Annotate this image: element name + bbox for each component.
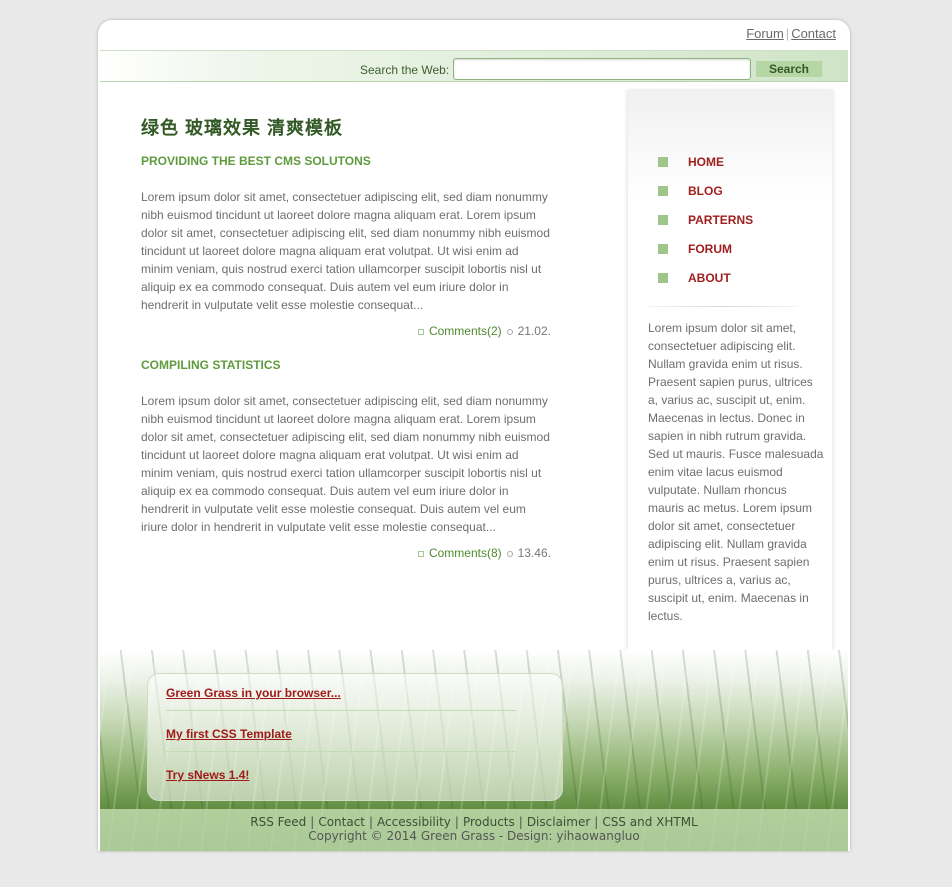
separator: | [785,26,790,41]
footer-link-products[interactable]: Products [463,815,515,829]
post-date: 13.46. [517,546,551,560]
square-bullet-icon [658,157,668,167]
sidebar: HOME BLOG PARTERNS FORUM ABOUT Lorem ips… [628,90,832,650]
separator: | [594,815,599,829]
post-date: 21.02. [517,324,551,338]
grass-footer-area: Green Grass in your browser... My first … [100,650,848,851]
nav-item-label: FORUM [688,242,732,256]
footer: RSS Feed | Contact | Accessibility | Products |… [100,809,848,851]
footer-link-contact[interactable]: Contact [318,815,365,829]
box-link-snews[interactable]: Try sNews 1.4! [166,768,249,782]
nav-item-home[interactable]: HOME [658,155,753,184]
post-body: Lorem ipsum dolor sit amet, consectetuer… [141,190,550,312]
footer-link-disclaimer[interactable]: Disclaimer [527,815,590,829]
separator: | [369,815,374,829]
copyright: Copyright © 2014 Green Grass - Design: y… [308,829,640,843]
post-meta: Comments(8) 13.46. [141,546,551,560]
post-body: Lorem ipsum dolor sit amet, consectetuer… [141,394,550,534]
post-title: PROVIDING THE BEST CMS SOLUTONS [141,154,371,168]
comments-link[interactable]: Comments(2) [429,324,502,338]
nav-item-about[interactable]: ABOUT [658,271,753,300]
post-title: COMPILING STATISTICS [141,358,281,372]
search-bar: Search the Web: Search [100,50,848,82]
nav-item-blog[interactable]: BLOG [658,184,753,213]
nav-item-label: BLOG [688,184,723,198]
contact-link[interactable]: Contact [791,26,836,41]
separator: | [310,815,315,829]
post: PROVIDING THE BEST CMS SOLUTONS Lorem ip… [141,154,551,338]
footer-link-rss[interactable]: RSS Feed [250,815,306,829]
square-bullet-icon [658,244,668,254]
top-links: Forum | Contact [746,26,836,41]
sidebar-text: Lorem ipsum dolor sit amet, consectetuer… [648,321,824,623]
clock-icon [506,328,513,335]
footer-link-css-xhtml[interactable]: CSS and XHTML [602,815,697,829]
post-meta: Comments(2) 21.02. [141,324,551,338]
page-container: Forum | Contact Search the Web: Search 绿色 … [98,20,850,851]
separator: | [518,815,523,829]
square-bullet-icon [658,273,668,283]
post: COMPILING STATISTICS Lorem ipsum dolor s… [141,358,551,560]
page-title: 绿色 玻璃效果 清爽模板 [141,118,344,138]
square-bullet-icon [658,186,668,196]
box-link-green-grass[interactable]: Green Grass in your browser... [166,686,341,700]
sidebar-nav: HOME BLOG PARTERNS FORUM ABOUT [658,155,753,300]
sidebar-divider [648,306,798,307]
square-bullet-icon [658,215,668,225]
nav-item-label: HOME [688,155,724,169]
main-content: 绿色 玻璃效果 清爽模板 PROVIDING THE BEST CMS SOLU… [141,114,551,560]
box-link-css-template[interactable]: My first CSS Template [166,727,292,741]
comment-icon [417,328,424,335]
nav-item-forum[interactable]: FORUM [658,242,753,271]
search-input[interactable] [453,58,751,80]
nav-item-label: ABOUT [688,271,731,285]
forum-link[interactable]: Forum [746,26,784,41]
search-label: Search the Web: [360,63,450,77]
search-button[interactable]: Search [756,61,822,77]
comment-icon [417,550,424,557]
box-divider [166,710,516,711]
nav-item-label: PARTERNS [688,213,754,227]
separator: | [454,815,459,829]
clock-icon [506,550,513,557]
box-divider [166,751,516,752]
footer-links: RSS Feed | Contact | Accessibility | Products |… [100,815,848,829]
comments-link[interactable]: Comments(8) [429,546,502,560]
link-box: Green Grass in your browser... My first … [147,673,563,801]
nav-item-parterns[interactable]: PARTERNS [658,213,753,242]
footer-link-accessibility[interactable]: Accessibility [377,815,451,829]
